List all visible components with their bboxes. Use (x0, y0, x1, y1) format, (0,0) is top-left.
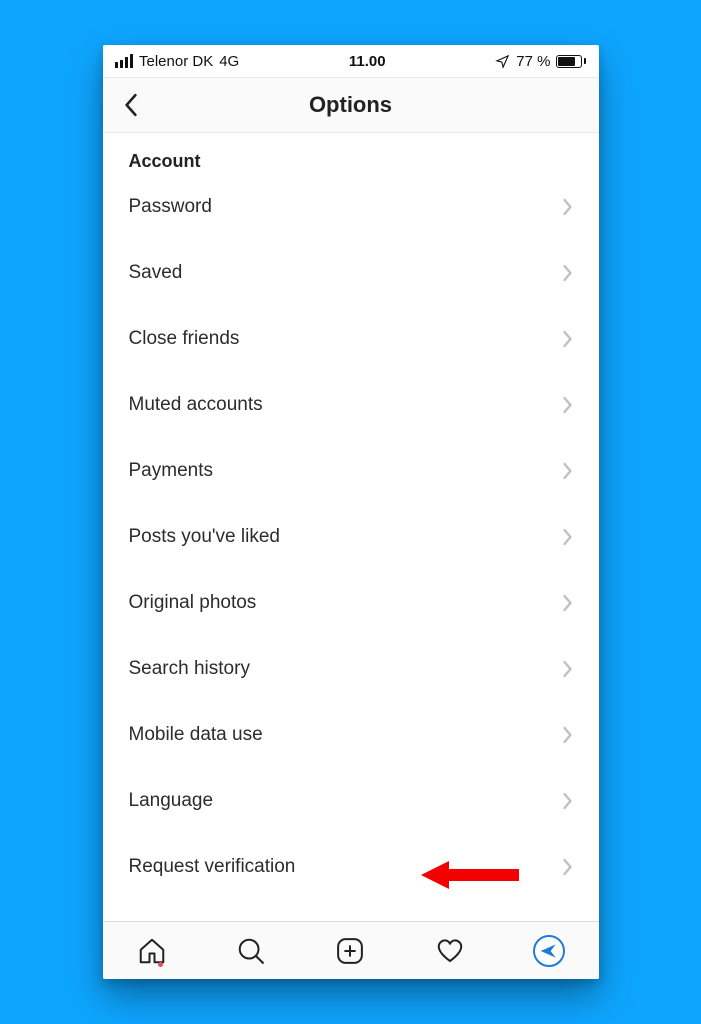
signal-icon (115, 54, 134, 68)
chevron-right-icon (562, 330, 573, 348)
row-mobile-data[interactable]: Mobile data use (103, 702, 599, 768)
row-label: Saved (129, 262, 183, 284)
row-label: Search history (129, 658, 250, 680)
row-label: Close friends (129, 328, 240, 350)
notification-dot-icon (158, 962, 163, 967)
row-label: Mobile data use (129, 724, 263, 746)
chevron-right-icon (562, 528, 573, 546)
row-label: Muted accounts (129, 394, 263, 416)
settings-list[interactable]: Account Password Saved Close friends Mut… (103, 133, 599, 921)
chevron-left-icon (123, 93, 139, 117)
carrier-label: Telenor DK (139, 53, 213, 70)
back-button[interactable] (103, 77, 159, 133)
tab-home[interactable] (132, 931, 172, 971)
tab-search[interactable] (231, 931, 271, 971)
page-title: Options (103, 92, 599, 118)
chevron-right-icon (562, 198, 573, 216)
row-password[interactable]: Password (103, 174, 599, 240)
plus-square-icon (335, 936, 365, 966)
battery-icon (556, 55, 586, 68)
chevron-right-icon (562, 792, 573, 810)
row-label: Original photos (129, 592, 257, 614)
row-payments[interactable]: Payments (103, 438, 599, 504)
chevron-right-icon (562, 594, 573, 612)
row-saved[interactable]: Saved (103, 240, 599, 306)
heart-icon (435, 936, 465, 966)
row-language[interactable]: Language (103, 768, 599, 834)
chevron-right-icon (562, 726, 573, 744)
row-muted-accounts[interactable]: Muted accounts (103, 372, 599, 438)
chevron-right-icon (562, 264, 573, 282)
row-request-verification[interactable]: Request verification (103, 834, 599, 900)
nav-header: Options (103, 77, 599, 133)
row-original-photos[interactable]: Original photos (103, 570, 599, 636)
row-label: Posts you've liked (129, 526, 280, 548)
network-label: 4G (219, 53, 239, 70)
row-close-friends[interactable]: Close friends (103, 306, 599, 372)
tab-profile[interactable] (529, 931, 569, 971)
avatar (533, 935, 565, 967)
battery-percent: 77 % (516, 53, 550, 70)
row-label: Password (129, 196, 212, 218)
app-screen: Telenor DK 4G 11.00 77 % Options Account… (103, 45, 599, 979)
chevron-right-icon (562, 660, 573, 678)
tab-new-post[interactable] (330, 931, 370, 971)
chevron-right-icon (562, 462, 573, 480)
section-header-account: Account (103, 143, 599, 174)
home-icon (137, 936, 167, 966)
row-label: Payments (129, 460, 213, 482)
chevron-right-icon (562, 396, 573, 414)
clock: 11.00 (349, 53, 386, 70)
status-bar: Telenor DK 4G 11.00 77 % (103, 45, 599, 77)
search-icon (236, 936, 266, 966)
row-label: Language (129, 790, 214, 812)
row-search-history[interactable]: Search history (103, 636, 599, 702)
location-icon (495, 54, 510, 69)
chevron-right-icon (562, 858, 573, 876)
tab-bar (103, 921, 599, 979)
row-label: Request verification (129, 856, 296, 878)
tab-activity[interactable] (430, 931, 470, 971)
row-posts-liked[interactable]: Posts you've liked (103, 504, 599, 570)
profile-avatar-icon (539, 941, 559, 961)
